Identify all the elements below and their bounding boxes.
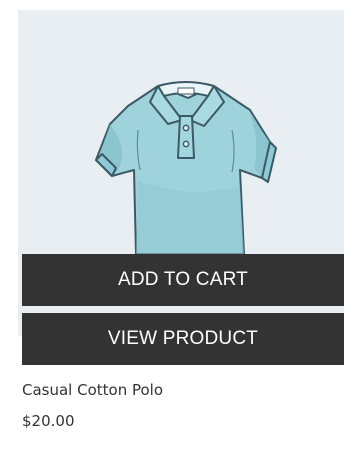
product-card: ADD TO CART VIEW PRODUCT Casual Cotton P… xyxy=(0,0,360,452)
product-price: $20.00 xyxy=(22,412,75,430)
add-to-cart-button[interactable]: ADD TO CART xyxy=(22,254,344,306)
view-product-button[interactable]: VIEW PRODUCT xyxy=(22,313,344,365)
product-name[interactable]: Casual Cotton Polo xyxy=(22,381,163,399)
